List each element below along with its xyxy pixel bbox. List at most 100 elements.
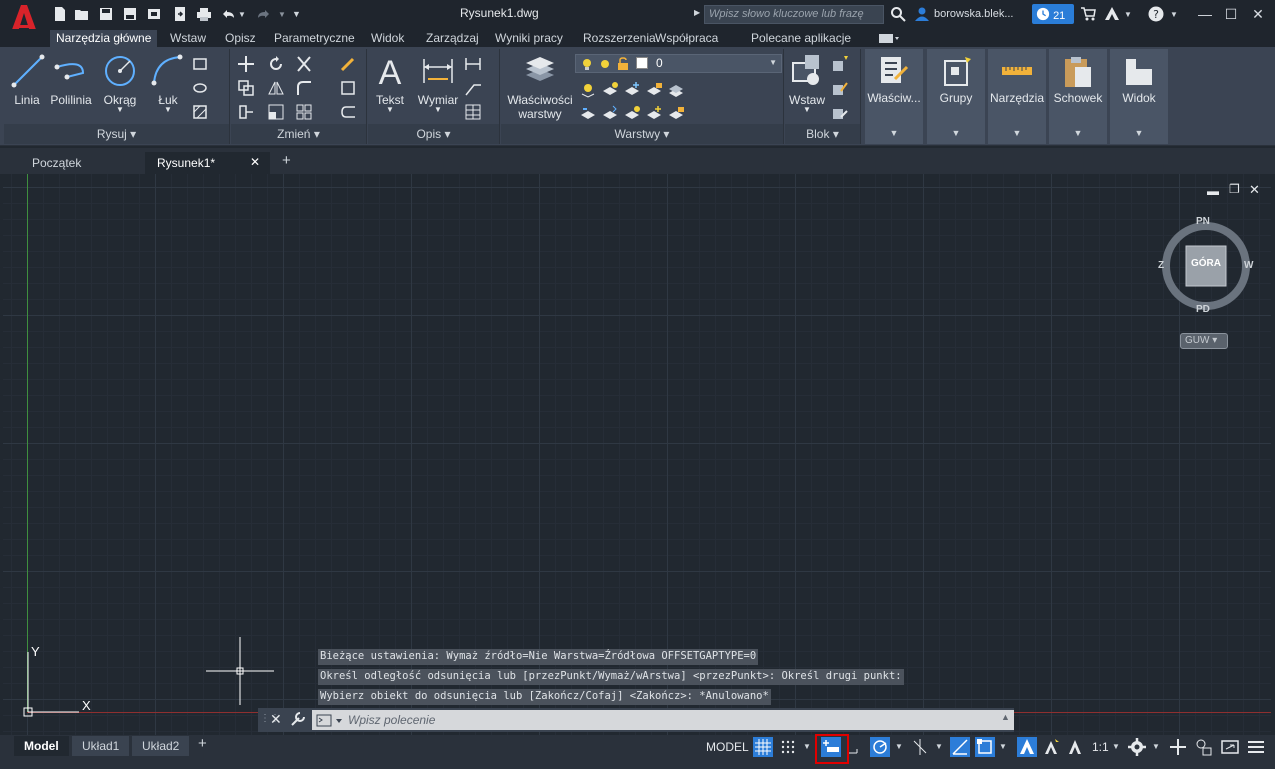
customize-qat-icon[interactable]: ▼ bbox=[292, 9, 308, 25]
isodraft-icon[interactable] bbox=[910, 737, 930, 757]
layer-unisolate-icon[interactable] bbox=[623, 105, 641, 123]
polar-tracking-icon[interactable] bbox=[870, 737, 890, 757]
table-icon[interactable] bbox=[464, 103, 482, 121]
tab-home[interactable]: Narzędzia główne bbox=[50, 30, 158, 47]
move-icon[interactable] bbox=[237, 55, 255, 73]
circle-button[interactable]: Okrąg ▼ bbox=[100, 53, 140, 114]
polar-dropdown-icon[interactable]: ▼ bbox=[895, 742, 903, 751]
panel-groups[interactable]: Grupy ▼ bbox=[927, 49, 985, 144]
dynamic-input-icon[interactable] bbox=[847, 737, 867, 757]
help-icon[interactable]: ? bbox=[1148, 6, 1164, 22]
notifications-badge[interactable]: 21 bbox=[1032, 4, 1074, 24]
tab-featured-apps[interactable]: Polecane aplikacje bbox=[745, 30, 857, 47]
isodraft-dropdown-icon[interactable]: ▼ bbox=[935, 742, 943, 751]
scale-value[interactable]: 1:1 bbox=[1092, 740, 1109, 754]
offset-icon[interactable] bbox=[339, 103, 357, 121]
viewcube[interactable]: GÓRA PN PD Z W bbox=[1158, 216, 1254, 318]
grid-toggle-icon[interactable] bbox=[753, 737, 773, 757]
command-input[interactable]: Wpisz polecenie bbox=[312, 710, 1014, 730]
layer-walk-icon[interactable] bbox=[667, 81, 685, 99]
undo-dropdown-icon[interactable]: ▼ bbox=[238, 10, 254, 26]
layout-tab-model[interactable]: Model bbox=[14, 736, 69, 756]
tab-output[interactable]: Wyniki pracy bbox=[489, 30, 569, 47]
compass-east[interactable]: W bbox=[1244, 260, 1253, 271]
ucs-menu-button[interactable]: GUW ▾ bbox=[1180, 333, 1228, 349]
panel-clipboard[interactable]: Schowek ▼ bbox=[1049, 49, 1107, 144]
add-layout-icon[interactable]: + bbox=[198, 735, 207, 752]
array-icon[interactable] bbox=[295, 103, 313, 121]
panel-view[interactable]: Widok ▼ bbox=[1110, 49, 1168, 144]
user-icon[interactable] bbox=[914, 6, 930, 22]
command-customize-icon[interactable] bbox=[290, 711, 306, 727]
layers-panel-title[interactable]: Warstwy ▾ bbox=[501, 124, 783, 144]
block-attribute-icon[interactable] bbox=[831, 103, 849, 121]
compass-north[interactable]: PN bbox=[1196, 216, 1210, 227]
search-expand-icon[interactable]: ▶ bbox=[694, 8, 700, 17]
mirror-icon[interactable] bbox=[267, 79, 285, 97]
layer-unlock-icon[interactable] bbox=[667, 105, 685, 123]
search-input[interactable]: Wpisz słowo kluczowe lub frazę bbox=[704, 5, 884, 24]
cart-icon[interactable] bbox=[1080, 6, 1096, 22]
tab-collaborate[interactable]: Współpraca bbox=[649, 30, 724, 47]
open-folder-icon[interactable] bbox=[74, 6, 90, 22]
help-dropdown-icon[interactable]: ▼ bbox=[1170, 10, 1186, 26]
panel-properties[interactable]: Właściw... ▼ bbox=[865, 49, 923, 144]
auto-scale-icon[interactable] bbox=[1041, 737, 1061, 757]
rotate-icon[interactable] bbox=[267, 55, 285, 73]
tab-insert[interactable]: Wstaw bbox=[164, 30, 212, 47]
layer-isolate-icon[interactable] bbox=[601, 81, 619, 99]
arc-button[interactable]: Łuk ▼ bbox=[150, 53, 186, 114]
ellipse-icon[interactable] bbox=[192, 79, 210, 97]
explode-icon[interactable] bbox=[339, 79, 357, 97]
workspace-dropdown-icon[interactable]: ▼ bbox=[1152, 742, 1160, 751]
scale-icon[interactable] bbox=[267, 103, 285, 121]
stretch-icon[interactable] bbox=[237, 103, 255, 121]
close-tab-icon[interactable]: ✕ bbox=[250, 155, 260, 169]
redo-icon[interactable] bbox=[256, 6, 272, 22]
viewport-close-icon[interactable]: ✕ bbox=[1249, 182, 1260, 198]
search-icon[interactable] bbox=[890, 6, 906, 22]
tab-view[interactable]: Widok bbox=[365, 30, 410, 47]
cloud-save-icon[interactable] bbox=[146, 6, 162, 22]
annotation-scale-icon[interactable] bbox=[1065, 737, 1085, 757]
viewport-minimize-icon[interactable]: ▬ bbox=[1207, 184, 1219, 198]
viewcube-top-face[interactable]: GÓRA bbox=[1191, 258, 1221, 269]
layer-match-icon[interactable] bbox=[601, 105, 619, 123]
snap-mode-icon[interactable] bbox=[778, 737, 798, 757]
erase-icon[interactable] bbox=[339, 55, 357, 73]
close-window-button[interactable]: ✕ bbox=[1246, 3, 1270, 25]
tab-annotate[interactable]: Opisz bbox=[219, 30, 262, 47]
snap-dropdown-icon[interactable]: ▼ bbox=[803, 742, 811, 751]
clean-screen-icon[interactable] bbox=[1220, 737, 1240, 757]
command-history-toggle-icon[interactable]: ▲ bbox=[1001, 712, 1010, 722]
line-button[interactable]: Linia bbox=[10, 53, 45, 107]
compass-west[interactable]: Z bbox=[1158, 260, 1164, 271]
viewport-restore-icon[interactable]: ❐ bbox=[1229, 182, 1240, 196]
undo-icon[interactable] bbox=[220, 6, 236, 22]
create-block-icon[interactable] bbox=[831, 55, 849, 73]
trim-icon[interactable] bbox=[295, 55, 313, 73]
doc-tab-drawing1[interactable]: Rysunek1* ✕ bbox=[145, 152, 270, 174]
layout-tab-1[interactable]: Układ1 bbox=[72, 736, 130, 756]
print-icon[interactable] bbox=[196, 6, 212, 22]
copy-icon[interactable] bbox=[237, 79, 255, 97]
text-button[interactable]: A Tekst ▼ bbox=[372, 53, 408, 114]
maximize-button[interactable]: ☐ bbox=[1219, 3, 1243, 25]
customization-menu-icon[interactable] bbox=[1246, 737, 1266, 757]
layer-off-icon[interactable] bbox=[579, 81, 597, 99]
object-snap-tracking-icon[interactable] bbox=[950, 737, 970, 757]
insert-block-button[interactable]: Wstaw ▼ bbox=[787, 53, 827, 114]
polyline-button[interactable]: Polilinia bbox=[46, 53, 96, 107]
save-icon[interactable] bbox=[98, 6, 114, 22]
annotation-panel-title[interactable]: Opis ▾ bbox=[368, 124, 499, 144]
draw-panel-title[interactable]: Rysuj ▾ bbox=[4, 124, 229, 144]
units-icon[interactable] bbox=[1194, 737, 1214, 757]
hatch-icon[interactable] bbox=[192, 103, 210, 121]
edit-block-icon[interactable] bbox=[831, 79, 849, 97]
compass-south[interactable]: PD bbox=[1196, 304, 1210, 315]
layer-properties-button[interactable]: Właściwości warstwy bbox=[505, 53, 575, 121]
autodesk-app-icon[interactable] bbox=[1104, 6, 1120, 22]
layer-dropdown[interactable]: 0 ▼ bbox=[575, 54, 782, 73]
workspace-gear-icon[interactable] bbox=[1127, 737, 1147, 757]
new-tab-icon[interactable]: + bbox=[274, 150, 299, 172]
